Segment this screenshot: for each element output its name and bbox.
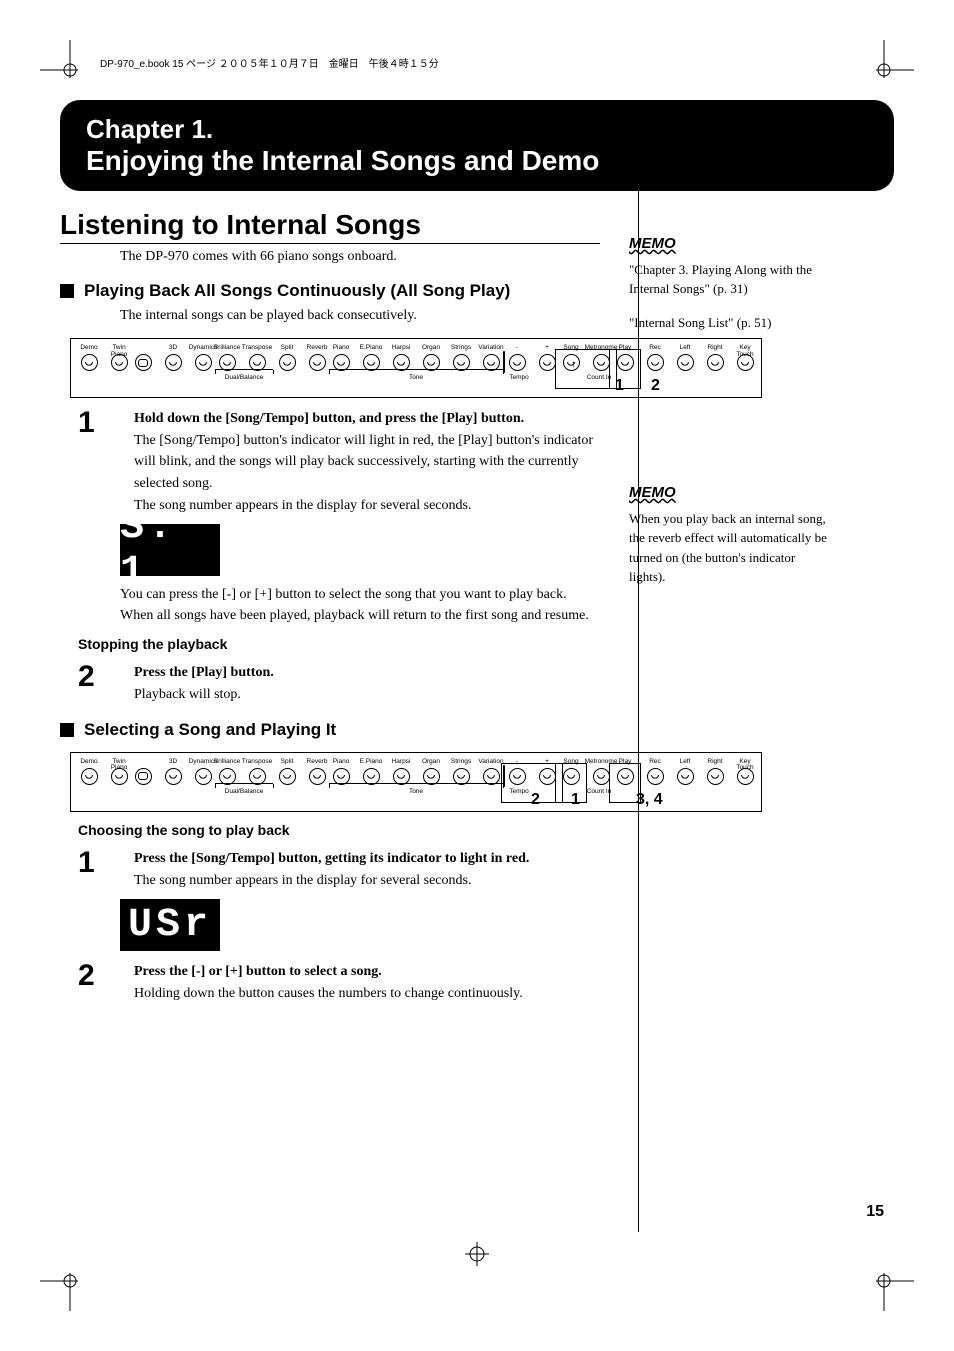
- memo-text: "Internal Song List" (p. 51): [629, 313, 829, 333]
- panel-mark-2: 2: [651, 377, 660, 395]
- panel-mark-34: 3, 4: [636, 791, 663, 809]
- step-instruction: Hold down the [Song/Tempo] button, and p…: [134, 408, 600, 430]
- panel-mark-2: 2: [531, 791, 540, 809]
- memo-1: MEMO "Chapter 3. Playing Along with the …: [629, 233, 829, 332]
- step-number: 2: [60, 961, 134, 1004]
- right-column: MEMO "Chapter 3. Playing Along with the …: [611, 209, 829, 1005]
- file-header-line: DP-970_e.book 15 ページ ２００５年１０月７日 金曜日 午後４時…: [100, 55, 894, 70]
- step-number: 1: [60, 408, 134, 516]
- mini-heading: Choosing the song to play back: [78, 822, 600, 838]
- step-text: You can press the [-] or [+] button to s…: [120, 584, 600, 605]
- bullet-square-icon: [60, 284, 74, 298]
- step-3: 1 Press the [Song/Tempo] button, getting…: [60, 848, 600, 891]
- step-instruction: Press the [-] or [+] button to select a …: [134, 961, 600, 983]
- control-panel-diagram-2: Demo Twin Piano 3D Dynamics Brilliance T…: [70, 752, 762, 812]
- subheading-allsongplay: Playing Back All Songs Continuously (All…: [60, 281, 600, 301]
- panel-mark-1: 1: [571, 791, 580, 809]
- step-text: The [Song/Tempo] button's indicator will…: [134, 430, 600, 495]
- memo-2: MEMO When you play back an internal song…: [629, 482, 829, 587]
- sub1-text: The internal songs can be played back co…: [120, 305, 600, 326]
- chapter-title: Enjoying the Internal Songs and Demo: [86, 145, 868, 177]
- manual-page: DP-970_e.book 15 ページ ２００５年１０月７日 金曜日 午後４時…: [0, 0, 954, 1351]
- step-text: Playback will stop.: [134, 684, 600, 706]
- lcd-display-1: S. 1: [120, 524, 220, 576]
- crop-mark-top-left: [40, 40, 80, 80]
- step-2: 2 Press the [Play] button. Playback will…: [60, 662, 600, 705]
- subheading-selecting: Selecting a Song and Playing It: [60, 720, 600, 740]
- main-content: Listening to Internal Songs The DP-970 c…: [60, 209, 894, 1005]
- left-column: Listening to Internal Songs The DP-970 c…: [60, 209, 611, 1005]
- crop-mark-top-right: [874, 40, 914, 80]
- chapter-title-box: Chapter 1. Enjoying the Internal Songs a…: [60, 100, 894, 191]
- crop-mark-bottom-right: [874, 1271, 914, 1311]
- step-number: 2: [60, 662, 134, 705]
- step-instruction: Press the [Play] button.: [134, 662, 600, 684]
- bullet-square-icon: [60, 723, 74, 737]
- crop-mark-bottom-left: [40, 1271, 80, 1311]
- step-text: Holding down the button causes the numbe…: [134, 983, 600, 1005]
- memo-label: MEMO: [629, 482, 829, 505]
- step-4: 2 Press the [-] or [+] button to select …: [60, 961, 600, 1004]
- section-heading: Listening to Internal Songs: [60, 209, 600, 244]
- subheading-text: Selecting a Song and Playing It: [84, 720, 336, 740]
- step-number: 1: [60, 848, 134, 891]
- step-text: When all songs have been played, playbac…: [120, 605, 600, 626]
- step-text: The song number appears in the display f…: [134, 870, 600, 892]
- subheading-text: Playing Back All Songs Continuously (All…: [84, 281, 510, 301]
- arrow-up-icon: ↑: [571, 359, 576, 370]
- page-number: 15: [866, 1203, 884, 1221]
- step-1: 1 Hold down the [Song/Tempo] button, and…: [60, 408, 600, 516]
- memo-text: When you play back an internal song, the…: [629, 509, 829, 587]
- step-instruction: Press the [Song/Tempo] button, getting i…: [134, 848, 600, 870]
- memo-text: "Chapter 3. Playing Along with the Inter…: [629, 260, 829, 299]
- panel-mark-1: 1: [615, 377, 624, 395]
- chapter-number: Chapter 1.: [86, 114, 868, 145]
- mini-heading: Stopping the playback: [78, 636, 600, 652]
- control-panel-diagram-1: Demo Twin Piano 3D Dynamics Brilliance T…: [70, 338, 762, 398]
- intro-text: The DP-970 comes with 66 piano songs onb…: [120, 246, 600, 267]
- memo-label: MEMO: [629, 233, 829, 256]
- crop-mark-bottom-center: [465, 1242, 489, 1271]
- lcd-display-2: USr: [120, 899, 220, 951]
